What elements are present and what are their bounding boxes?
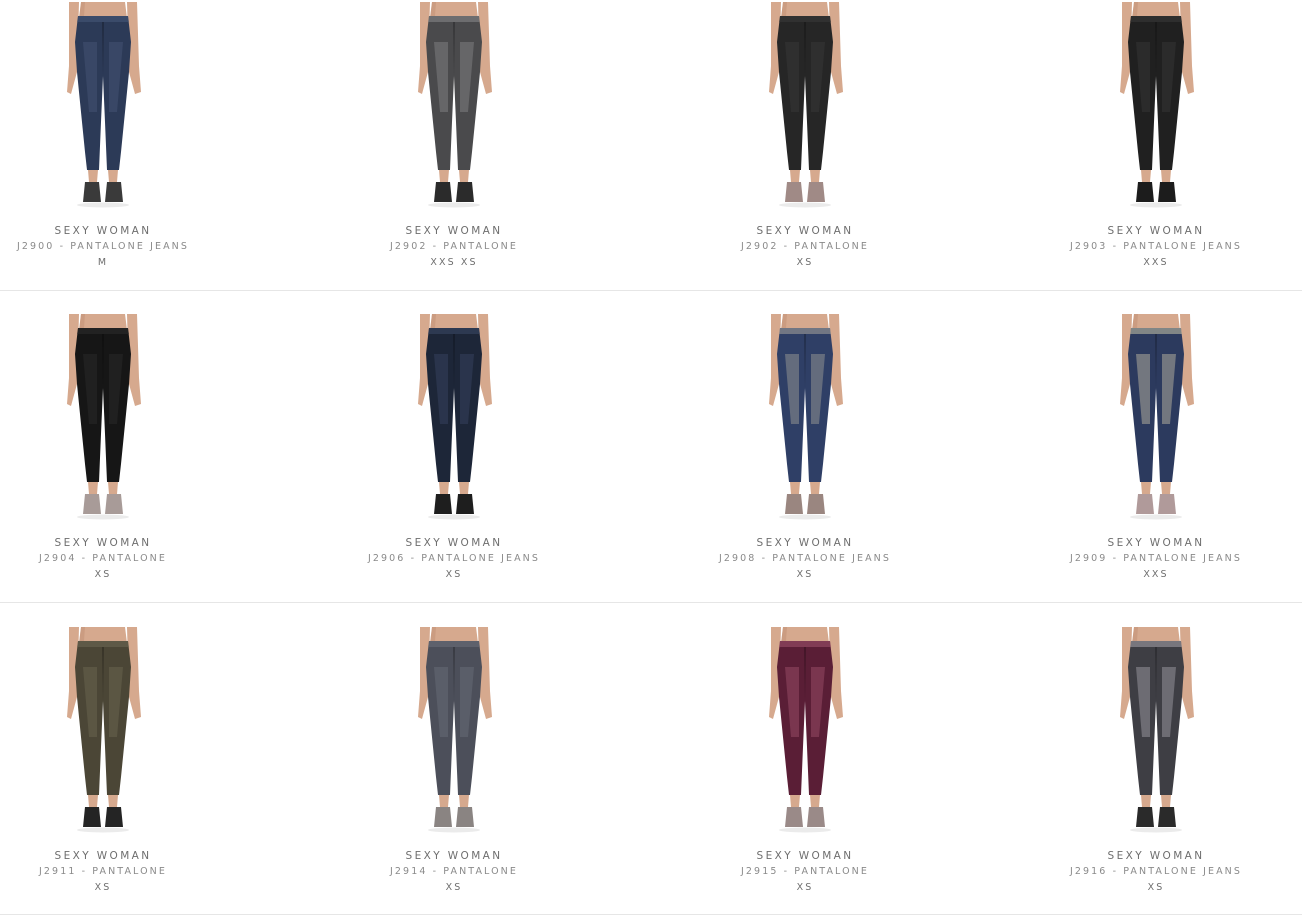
jeans-product-image[interactable] <box>402 314 506 520</box>
product-card[interactable]: SEXY WOMAN J2916 - PANTALONE JEANS XS <box>996 603 1302 896</box>
product-sizes: XS <box>445 569 463 580</box>
jeans-product-image[interactable] <box>51 314 155 520</box>
product-image[interactable] <box>1104 2 1208 208</box>
product-name[interactable]: J2916 - PANTALONE JEANS <box>996 864 1302 880</box>
product-row: SEXY WOMAN J2904 - PANTALONE XS SEXY WOMAN… <box>0 291 1302 603</box>
product-name[interactable]: J2914 - PANTALONE <box>294 864 614 880</box>
product-row: SEXY WOMAN J2900 - PANTALONE JEANS M SEXY … <box>0 0 1302 291</box>
product-image[interactable] <box>1104 314 1208 520</box>
product-card[interactable]: SEXY WOMAN J2911 - PANTALONE XS <box>0 603 263 896</box>
product-image[interactable] <box>402 314 506 520</box>
product-sizes: XS <box>1147 882 1165 893</box>
jeans-product-image[interactable] <box>402 2 506 208</box>
jeans-product-image[interactable] <box>51 627 155 833</box>
product-image[interactable] <box>402 2 506 208</box>
product-brand: SEXY WOMAN <box>756 537 854 549</box>
product-card[interactable]: SEXY WOMAN J2904 - PANTALONE XS <box>0 291 263 583</box>
product-name[interactable]: J2908 - PANTALONE JEANS <box>645 551 965 567</box>
product-grid: SEXY WOMAN J2900 - PANTALONE JEANS M SEXY … <box>0 0 1302 915</box>
jeans-product-image[interactable] <box>1104 314 1208 520</box>
product-brand: SEXY WOMAN <box>405 225 503 237</box>
product-brand: SEXY WOMAN <box>1107 225 1205 237</box>
product-brand: SEXY WOMAN <box>1107 537 1205 549</box>
product-card[interactable]: SEXY WOMAN J2902 - PANTALONE XS <box>645 0 965 271</box>
product-sizes: XXS <box>1143 257 1169 268</box>
product-image[interactable] <box>753 2 857 208</box>
product-name[interactable]: J2902 - PANTALONE <box>645 239 965 255</box>
jeans-product-image[interactable] <box>51 2 155 208</box>
product-sizes: M <box>97 257 109 268</box>
product-sizes: XS <box>94 882 112 893</box>
product-image[interactable] <box>402 627 506 833</box>
product-card[interactable]: SEXY WOMAN J2909 - PANTALONE JEANS XXS <box>996 291 1302 583</box>
product-brand: SEXY WOMAN <box>54 225 152 237</box>
product-name[interactable]: J2909 - PANTALONE JEANS <box>996 551 1302 567</box>
product-name[interactable]: J2900 - PANTALONE JEANS <box>0 239 263 255</box>
product-sizes: XS <box>94 569 112 580</box>
product-card[interactable]: SEXY WOMAN J2908 - PANTALONE JEANS XS <box>645 291 965 583</box>
product-card[interactable]: SEXY WOMAN J2903 - PANTALONE JEANS XXS <box>996 0 1302 271</box>
product-image[interactable] <box>753 314 857 520</box>
product-name[interactable]: J2904 - PANTALONE <box>0 551 263 567</box>
jeans-product-image[interactable] <box>753 627 857 833</box>
product-name[interactable]: J2903 - PANTALONE JEANS <box>996 239 1302 255</box>
product-sizes: XS <box>796 569 814 580</box>
jeans-product-image[interactable] <box>753 314 857 520</box>
product-sizes: XS <box>796 882 814 893</box>
product-sizes: XXS XS <box>430 257 478 268</box>
product-image[interactable] <box>51 314 155 520</box>
product-card[interactable]: SEXY WOMAN J2906 - PANTALONE JEANS XS <box>294 291 614 583</box>
product-sizes: XXS <box>1143 569 1169 580</box>
product-brand: SEXY WOMAN <box>756 225 854 237</box>
product-card[interactable]: SEXY WOMAN J2900 - PANTALONE JEANS M <box>0 0 263 271</box>
product-image[interactable] <box>51 2 155 208</box>
jeans-product-image[interactable] <box>753 2 857 208</box>
product-image[interactable] <box>753 627 857 833</box>
product-brand: SEXY WOMAN <box>1107 850 1205 862</box>
product-sizes: XS <box>445 882 463 893</box>
product-name[interactable]: J2906 - PANTALONE JEANS <box>294 551 614 567</box>
product-brand: SEXY WOMAN <box>405 537 503 549</box>
product-image[interactable] <box>1104 627 1208 833</box>
product-brand: SEXY WOMAN <box>405 850 503 862</box>
product-row: SEXY WOMAN J2911 - PANTALONE XS SEXY WOMAN… <box>0 603 1302 915</box>
jeans-product-image[interactable] <box>1104 627 1208 833</box>
product-brand: SEXY WOMAN <box>54 850 152 862</box>
jeans-product-image[interactable] <box>1104 2 1208 208</box>
product-card[interactable]: SEXY WOMAN J2915 - PANTALONE XS <box>645 603 965 896</box>
product-brand: SEXY WOMAN <box>54 537 152 549</box>
product-name[interactable]: J2915 - PANTALONE <box>645 864 965 880</box>
product-sizes: XS <box>796 257 814 268</box>
product-name[interactable]: J2902 - PANTALONE <box>294 239 614 255</box>
product-image[interactable] <box>51 627 155 833</box>
product-card[interactable]: SEXY WOMAN J2914 - PANTALONE XS <box>294 603 614 896</box>
jeans-product-image[interactable] <box>402 627 506 833</box>
product-brand: SEXY WOMAN <box>756 850 854 862</box>
product-card[interactable]: SEXY WOMAN J2902 - PANTALONE XXS XS <box>294 0 614 271</box>
product-name[interactable]: J2911 - PANTALONE <box>0 864 263 880</box>
